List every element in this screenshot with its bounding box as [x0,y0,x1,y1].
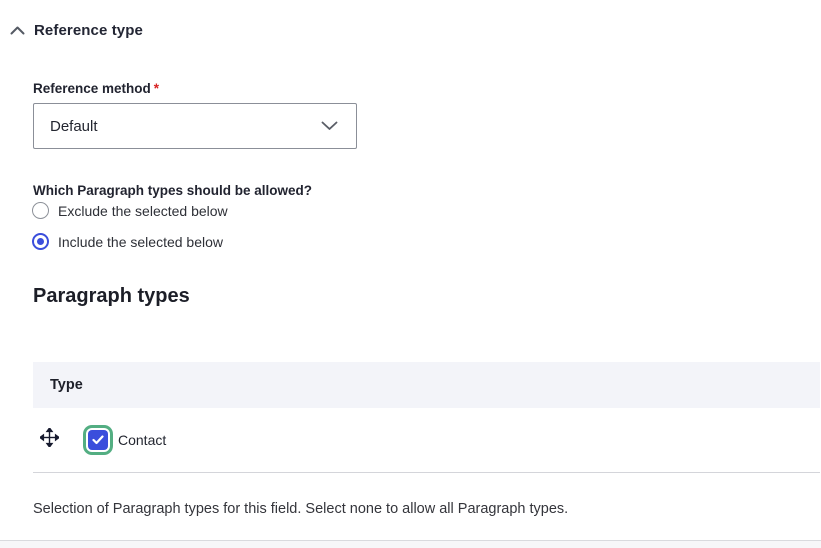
required-marker: * [153,81,160,96]
reference-method-label-text: Reference method [33,81,151,96]
radio-option-exclude[interactable]: Exclude the selected below [32,202,228,219]
chevron-down-icon [321,121,338,131]
row-type-label: Contact [118,432,167,448]
radio-selected-icon[interactable] [32,233,49,250]
chevron-up-icon [10,26,25,35]
section-title: Reference type [34,22,143,39]
radio-option-label: Exclude the selected below [58,202,228,219]
paragraph-types-heading: Paragraph types [33,285,190,307]
table-row: Contact [33,408,820,473]
allowed-types-question: Which Paragraph types should be allowed? [33,183,313,198]
field-settings-panel: Reference type Reference method * Default… [0,0,821,548]
reference-method-label: Reference method * [33,81,159,96]
row-checkbox[interactable] [88,430,108,450]
column-header-type: Type [50,377,83,393]
radio-option-label: Include the selected below [58,233,223,250]
section-bottom-divider [0,540,821,548]
radio-unselected-icon[interactable] [32,202,49,219]
section-header-reference-type[interactable]: Reference type [10,22,143,39]
checkmark-icon [88,430,108,450]
drag-handle-icon[interactable] [38,426,61,452]
radio-option-include[interactable]: Include the selected below [32,233,223,250]
reference-method-selected-value: Default [50,117,98,135]
table-header-row: Type [33,362,820,408]
reference-method-select[interactable]: Default [33,103,357,149]
table-description: Selection of Paragraph types for this fi… [33,501,569,517]
paragraph-types-table: Type Contact [33,362,820,473]
